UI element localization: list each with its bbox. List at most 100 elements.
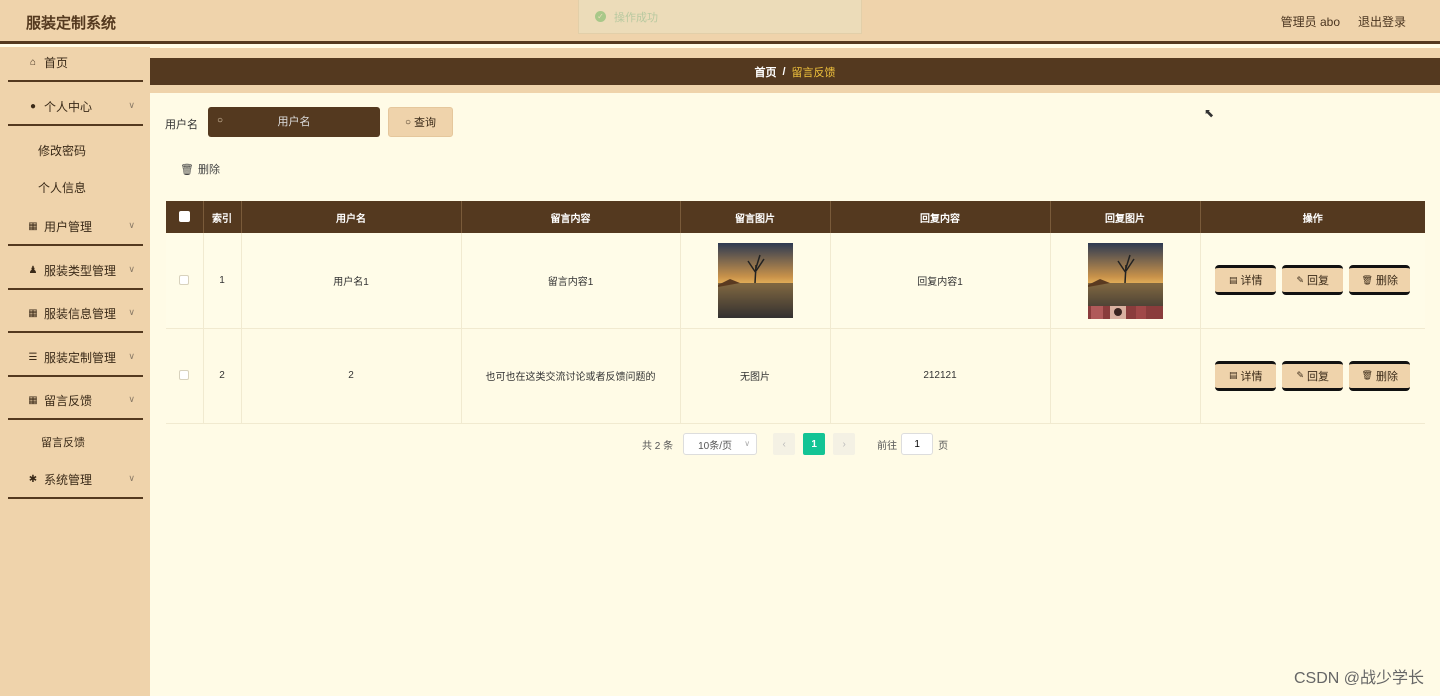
search-icon: ○ — [217, 115, 224, 126]
image-cell: 无图片 — [680, 328, 831, 424]
table-header-row: 索引 用户名 留言内容 留言图片 回复内容 回复图片 操作 — [166, 201, 1425, 233]
reply-cell: 回复内容1 — [830, 233, 1051, 329]
sidebar-item-user-management[interactable]: ▦ 用户管理 ∨ — [8, 208, 143, 246]
chevron-left-icon: ‹ — [782, 438, 786, 450]
sidebar-item-label: 个人中心 — [44, 99, 93, 114]
document-icon: ▤ — [1228, 274, 1238, 285]
delete-button[interactable]: 🗑 删除 — [1349, 360, 1411, 391]
reply-button-label: 回复 — [1307, 370, 1330, 383]
sidebar-item-clothing-info[interactable]: ▦ 服装信息管理 ∨ — [8, 295, 143, 333]
detail-button-label: 详情 — [1240, 275, 1263, 288]
sidebar-item-label: 留言反馈 — [44, 393, 93, 408]
settings-icon: ✱ — [28, 473, 38, 485]
sidebar-subitem-change-password[interactable]: 修改密码 — [38, 142, 86, 159]
sidebar-item-home[interactable]: ⌂ 首页 — [8, 44, 143, 82]
sidebar-item-clothing-type[interactable]: ♟ 服装类型管理 ∨ — [8, 252, 143, 290]
row-checkbox[interactable] — [179, 370, 190, 381]
sidebar-item-label: 首页 — [44, 55, 69, 70]
query-button[interactable]: ○ 查询 — [388, 107, 453, 137]
column-header: 留言图片 — [680, 201, 831, 233]
column-header: 回复内容 — [830, 201, 1051, 233]
top-bar: 服装定制系统 ✓ 操作成功 管理员 abo 退出登录 — [0, 0, 1440, 44]
batch-delete-label: 删除 — [197, 164, 220, 176]
chevron-down-icon: ∨ — [128, 100, 135, 110]
logout-link[interactable]: 退出登录 — [1358, 13, 1406, 30]
page-size-value: 10条/页 — [698, 440, 733, 452]
select-all-checkbox[interactable] — [178, 211, 190, 223]
column-header: 回复图片 — [1050, 201, 1201, 233]
mouse-cursor-icon: ⬉ — [1204, 106, 1215, 120]
sidebar-item-label: 用户管理 — [44, 219, 93, 234]
sidebar-subitem-feedback[interactable]: 留言反馈 — [41, 434, 85, 450]
page-unit-label: 页 — [938, 440, 949, 452]
trash-icon: 🗑 — [1361, 370, 1373, 380]
prev-page-button[interactable]: ‹ — [773, 433, 796, 455]
index-cell: 2 — [203, 328, 242, 424]
actions-cell: ▤ 详情 ✎ 回复 🗑 删除 — [1200, 233, 1425, 329]
reply-button-label: 回复 — [1307, 275, 1330, 288]
home-icon: ⌂ — [29, 56, 37, 68]
chevron-down-icon: ∨ — [128, 394, 135, 404]
query-button-label: 查询 — [414, 117, 437, 129]
search-icon: ○ — [404, 116, 412, 128]
current-user: 管理员 abo — [1280, 15, 1340, 29]
chevron-down-icon: ∨ — [128, 307, 135, 317]
check-icon: ✓ — [595, 11, 606, 22]
chevron-down-icon: ∨ — [128, 351, 135, 361]
row-select-cell[interactable] — [166, 233, 204, 329]
reply-button[interactable]: ✎ 回复 — [1282, 360, 1344, 391]
detail-button[interactable]: ▤ 详情 — [1215, 265, 1277, 296]
sidebar-item-label: 系统管理 — [44, 472, 93, 487]
grid-icon: ▦ — [28, 307, 38, 319]
username-cell: 2 — [241, 328, 462, 424]
edit-icon: ✎ — [1296, 370, 1305, 380]
sidebar-item-personal-center[interactable]: ● 个人中心 ∨ — [8, 88, 143, 126]
next-page-button[interactable]: › — [833, 433, 856, 455]
watermark: CSDN @战少学长 — [1293, 670, 1424, 687]
row-select-cell[interactable] — [166, 328, 204, 424]
search-input[interactable] — [208, 107, 380, 137]
row-checkbox[interactable] — [179, 275, 190, 286]
person-icon: ♟ — [28, 264, 38, 276]
reply-button[interactable]: ✎ 回复 — [1282, 265, 1344, 296]
detail-button[interactable]: ▤ 详情 — [1215, 360, 1277, 391]
goto-page-input[interactable] — [901, 433, 934, 455]
batch-delete-button[interactable]: 🗑 删除 — [180, 161, 220, 177]
image-cell — [680, 233, 831, 329]
sidebar-item-feedback[interactable]: ▦ 留言反馈 ∨ — [8, 382, 143, 420]
grid-icon: ▦ — [28, 394, 38, 406]
reply-image[interactable] — [1087, 305, 1163, 319]
sidebar-item-label: 服装信息管理 — [44, 306, 117, 321]
delete-button-label: 删除 — [1375, 370, 1398, 383]
page-size-select[interactable]: 10条/页 ∨ — [683, 433, 758, 455]
grid-icon: ▦ — [28, 220, 38, 232]
page-number-current[interactable]: 1 — [803, 433, 826, 455]
sidebar-subitem-personal-info[interactable]: 个人信息 — [38, 179, 86, 196]
column-header: 用户名 — [241, 201, 462, 233]
sidebar-item-custom-orders[interactable]: ☰ 服装定制管理 ∨ — [8, 339, 143, 377]
toast-text: 操作成功 — [614, 11, 658, 24]
breadcrumb: 首页 / 留言反馈 — [150, 58, 1440, 85]
trash-icon: 🗑 — [1361, 274, 1373, 285]
pagination: 共 2 条 10条/页 ∨ ‹ 1 › 前往 页 — [642, 433, 948, 455]
table-row: 2 2 也可也在这类交流讨论或者反馈问题的 无图片 212121 ▤ 详情 ✎ 回复… — [166, 305, 1425, 424]
column-header: 留言内容 — [461, 201, 681, 233]
app-title: 服装定制系统 — [26, 15, 117, 32]
pagination-total: 共 2 条 — [642, 440, 674, 452]
detail-button-label: 详情 — [1240, 370, 1263, 383]
chevron-down-icon: ∨ — [128, 473, 135, 483]
feedback-table: 索引 用户名 留言内容 留言图片 回复内容 回复图片 操作 1 用户名1 留言内… — [166, 201, 1425, 424]
column-header: 操作 — [1200, 201, 1425, 233]
trash-icon: 🗑 — [180, 163, 194, 176]
edit-icon: ✎ — [1296, 274, 1305, 285]
breadcrumb-separator: / — [782, 65, 786, 78]
message-image[interactable] — [717, 242, 793, 318]
list-icon: ☰ — [28, 351, 38, 363]
sidebar-item-system[interactable]: ✱ 系统管理 ∨ — [8, 461, 143, 499]
select-all-header[interactable] — [166, 201, 204, 233]
delete-button[interactable]: 🗑 删除 — [1349, 265, 1411, 296]
breadcrumb-home[interactable]: 首页 — [754, 64, 776, 80]
search-field: ○ — [208, 107, 380, 137]
actions-cell: ▤ 详情 ✎ 回复 🗑 删除 — [1200, 328, 1425, 424]
chevron-down-icon: ∨ — [744, 439, 751, 448]
